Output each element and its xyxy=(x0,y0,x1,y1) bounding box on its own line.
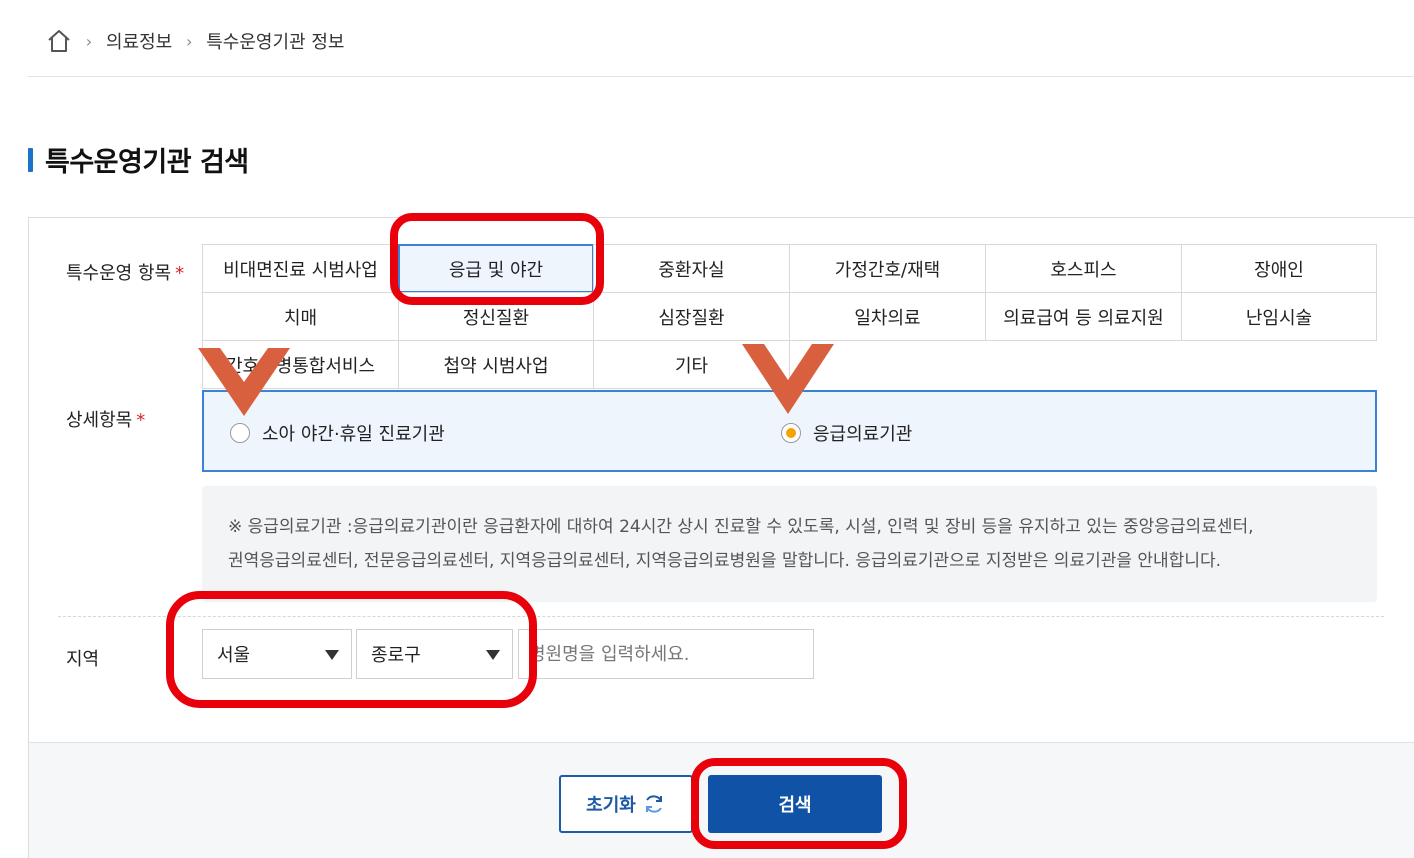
detail-label-text: 상세항목 xyxy=(66,410,133,431)
breadcrumb-current: 특수운영기관 정보 xyxy=(206,32,345,53)
category-item-label: 난임시술 xyxy=(1245,307,1313,329)
notice-box: ※ 응급의료기관 :응급의료기관이란 응급환자에 대하여 24시간 상시 진료할… xyxy=(202,486,1377,602)
hospital-name-input[interactable] xyxy=(518,629,814,679)
category-item-label: 일차의료 xyxy=(854,307,921,329)
district-select-value: 종로구 xyxy=(371,645,421,666)
category-item-label: 의료급여 등 의료지원 xyxy=(1003,307,1164,329)
category-item-label: 가정간호/재택 xyxy=(834,259,941,281)
chevron-right-icon: › xyxy=(85,31,93,51)
home-icon[interactable] xyxy=(46,28,72,54)
category-item[interactable]: 치매 xyxy=(202,292,399,341)
search-button-label: 검색 xyxy=(778,795,812,816)
radio-button-checked[interactable] xyxy=(781,423,801,443)
title-accent-bar xyxy=(28,147,33,172)
radio-button[interactable] xyxy=(230,423,250,443)
reset-button-label: 초기화 xyxy=(586,795,636,816)
district-select[interactable]: 종로구 xyxy=(356,629,513,679)
section-header: 특수운영기관 검색 xyxy=(28,140,249,179)
notice-line: ※ 응급의료기관 :응급의료기관이란 응급환자에 대하여 24시간 상시 진료할… xyxy=(228,517,1254,537)
category-item[interactable]: 중환자실 xyxy=(593,244,790,293)
region-label: 지역 xyxy=(66,649,100,670)
category-item[interactable]: 일차의료 xyxy=(789,292,986,341)
category-item[interactable]: 가정간호/재택 xyxy=(789,244,986,293)
radio-label: 응급의료기관 xyxy=(813,424,913,445)
radio-emergency-institution[interactable]: 응급의료기관 xyxy=(781,420,912,446)
category-label-text: 특수운영 항목 xyxy=(66,263,172,284)
city-select[interactable]: 서울 xyxy=(202,629,352,679)
category-item-label: 치매 xyxy=(283,307,318,329)
search-button[interactable]: 검색 xyxy=(708,775,882,833)
chevron-right-icon: › xyxy=(186,31,193,51)
divider xyxy=(28,76,1414,77)
notice-line: 권역응급의료센터, 전문응급의료센터, 지역응급의료센터, 지역응급의료병원을 … xyxy=(228,551,1222,571)
breadcrumb: › 의료정보 › 특수운영기관 정보 xyxy=(46,26,344,56)
category-item[interactable]: 첩약 시범사업 xyxy=(398,340,594,389)
detail-label: 상세항목 * xyxy=(66,406,145,432)
category-item-label: 중환자실 xyxy=(658,259,725,281)
category-item-label: 간호간병통합서비스 xyxy=(225,355,376,377)
category-item-label: 기타 xyxy=(674,355,709,377)
category-item[interactable]: 심장질환 xyxy=(593,292,790,341)
category-item[interactable]: 난임시술 xyxy=(1181,292,1377,341)
category-item-label: 심장질환 xyxy=(658,307,725,329)
breadcrumb-item[interactable]: 의료정보 xyxy=(106,28,172,54)
divider xyxy=(58,616,1384,617)
category-label: 특수운영 항목 * xyxy=(66,259,184,285)
radio-label: 소아 야간·휴일 진료기관 xyxy=(262,424,445,445)
required-mark: * xyxy=(175,263,185,284)
category-item[interactable]: 비대면진료 시범사업 xyxy=(202,244,399,293)
category-item[interactable]: 호스피스 xyxy=(985,244,1182,293)
category-item-label: 비대면진료 시범사업 xyxy=(223,259,378,281)
reset-button[interactable]: 초기화 xyxy=(559,775,693,833)
required-mark: * xyxy=(136,410,146,431)
category-item[interactable]: 장애인 xyxy=(1181,244,1377,293)
refresh-icon xyxy=(645,795,662,813)
category-item[interactable]: 정신질환 xyxy=(398,292,594,341)
category-item[interactable]: 의료급여 등 의료지원 xyxy=(985,292,1182,341)
category-item-label: 정신질환 xyxy=(462,307,530,329)
category-item-selected[interactable]: 응급 및 야간 xyxy=(398,244,594,293)
city-select-value: 서울 xyxy=(217,645,251,666)
category-item-label: 첩약 시범사업 xyxy=(443,355,549,377)
page-title: 특수운영기관 검색 xyxy=(45,147,249,178)
category-item[interactable]: 기타 xyxy=(593,340,790,389)
caret-down-icon xyxy=(325,650,339,660)
category-item-label: 장애인 xyxy=(1254,259,1304,281)
category-item[interactable]: 간호간병통합서비스 xyxy=(202,340,399,389)
category-item-label: 응급 및 야간 xyxy=(448,259,544,281)
radio-child-night-clinic[interactable]: 소아 야간·휴일 진료기관 xyxy=(230,420,445,446)
category-item-label: 호스피스 xyxy=(1050,259,1117,281)
caret-down-icon xyxy=(486,650,500,660)
